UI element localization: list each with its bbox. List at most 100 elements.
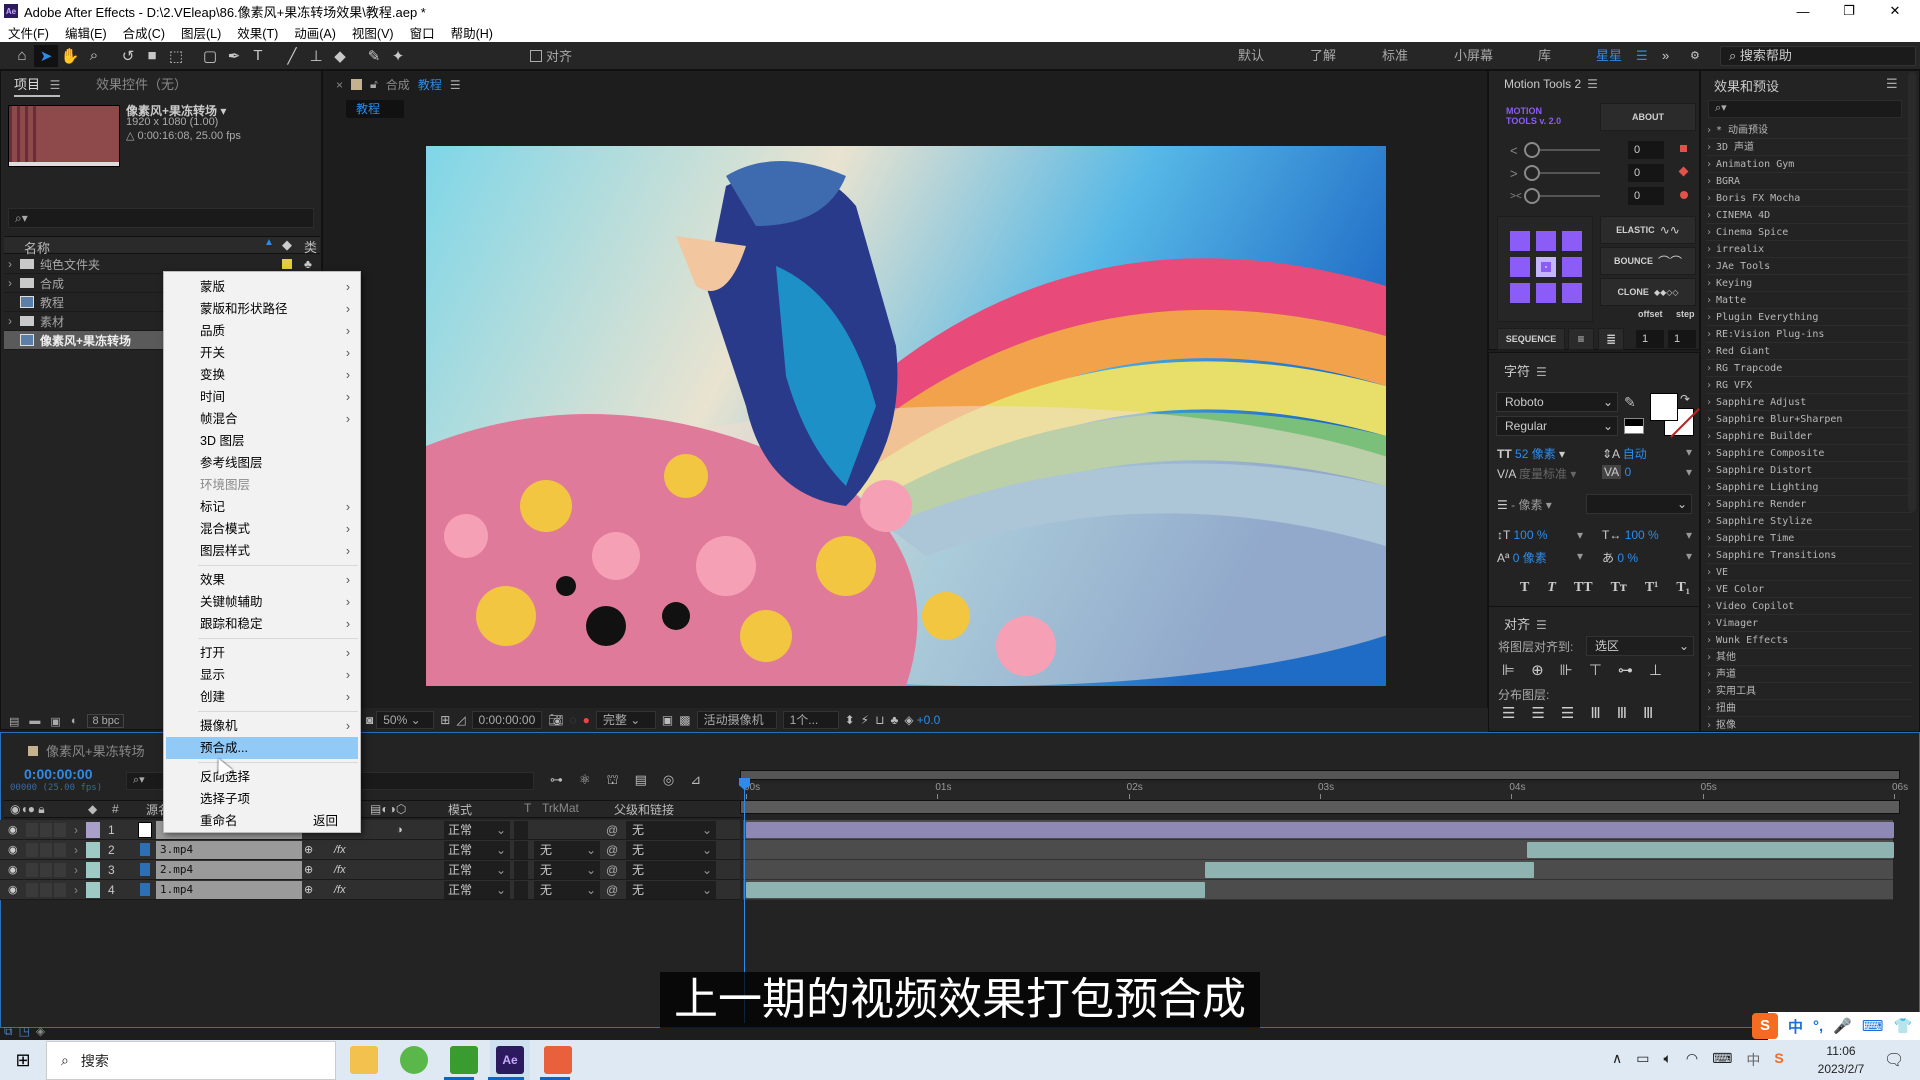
ime-keyboard-icon[interactable]: ⌨	[1862, 1017, 1884, 1035]
column-mode[interactable]: 模式	[448, 801, 472, 818]
column-trkmat[interactable]: TrkMat	[542, 801, 579, 815]
audio-toggle[interactable]	[26, 842, 38, 857]
expand-chevron-icon[interactable]: ›	[1706, 377, 1716, 394]
effects-category-item[interactable]: › 实用工具	[1706, 683, 1912, 700]
distribute-bottom-icon[interactable]: ☰	[1561, 704, 1574, 722]
superscript-button[interactable]: T¹	[1645, 580, 1659, 596]
expand-chevron-icon[interactable]: ›	[1706, 496, 1716, 513]
visibility-eye-icon[interactable]: ◉	[8, 843, 18, 856]
type-tool-icon[interactable]: T	[246, 45, 270, 67]
column-type[interactable]: 类	[304, 237, 317, 256]
input-language-indicator[interactable]: 中	[1746, 1050, 1760, 1070]
font-size-row[interactable]: TT 52 像素 ▾	[1497, 445, 1565, 462]
sort-ascending-icon[interactable]: ▲	[264, 237, 274, 248]
font-style-dropdown[interactable]: Regular ⌄	[1496, 416, 1618, 436]
context-menu-item[interactable]: 预合成...	[166, 737, 358, 759]
new-comp-icon[interactable]: ▣	[50, 715, 60, 728]
layer-duration-bar[interactable]	[1205, 862, 1535, 878]
subscript-button[interactable]: T₁	[1676, 580, 1690, 596]
work-area-bar[interactable]	[740, 770, 1900, 780]
clone-stamp-tool-icon[interactable]: ⊥	[304, 45, 328, 67]
snapshot-icon[interactable]: 📷︎	[548, 713, 563, 727]
slider-row-ease-in[interactable]: <	[1510, 141, 1600, 159]
horizontal-scale-row[interactable]: T↔ 100 % ▾	[1602, 528, 1692, 542]
kerning-row[interactable]: V/A 度量标准 ▾	[1497, 465, 1576, 482]
current-time-field[interactable]: 0:00:00:00	[471, 711, 543, 729]
bit-depth-button[interactable]: 8 bpc	[87, 714, 125, 728]
effects-category-item[interactable]: › Sapphire Distort	[1706, 462, 1912, 479]
layer-source-name[interactable]: 3.mp4	[156, 840, 302, 859]
lock-toggle[interactable]	[54, 862, 66, 877]
expand-layer-chevron-icon[interactable]: ›	[74, 843, 78, 857]
effects-category-item[interactable]: › irrealix	[1706, 241, 1912, 258]
effects-category-item[interactable]: › 其他	[1706, 649, 1912, 666]
effects-category-item[interactable]: › Sapphire Blur+Sharpen	[1706, 411, 1912, 428]
after-effects-taskbar-icon[interactable]: Ae	[496, 1046, 524, 1074]
show-snapshot-icon[interactable]: ◌	[570, 713, 577, 727]
step-input[interactable]: 1	[1668, 330, 1696, 348]
system-clock[interactable]: 11:06 2023/2/7	[1806, 1042, 1876, 1078]
project-search-input[interactable]: ⌕▾	[8, 208, 314, 228]
expand-chevron-icon[interactable]: ›	[1706, 394, 1716, 411]
expand-chevron-icon[interactable]: ›	[1706, 598, 1716, 615]
effects-category-item[interactable]: › JAe Tools	[1706, 258, 1912, 275]
hand-tool-icon[interactable]: ✋	[58, 45, 82, 67]
expand-chevron-icon[interactable]: ›	[1706, 258, 1716, 275]
show-hidden-icons-icon[interactable]: ∧	[1612, 1050, 1622, 1070]
context-menu-item[interactable]: 跟踪和稳定 ›	[166, 613, 358, 635]
context-menu-item[interactable]: 关键帧辅助 ›	[166, 591, 358, 613]
context-menu-item[interactable]: 帧混合 ›	[166, 408, 358, 430]
panel-menu-icon[interactable]: ☰	[1536, 618, 1547, 632]
context-menu-item[interactable]: 标记 ›	[166, 496, 358, 518]
home-icon[interactable]: ⌂	[10, 45, 34, 67]
effects-category-item[interactable]: › Sapphire Lighting	[1706, 479, 1912, 496]
camtasia-icon[interactable]	[450, 1046, 478, 1074]
tab-effect-controls[interactable]: 效果控件（无）	[96, 74, 187, 93]
tsume-row[interactable]: あ 0 % ▾	[1602, 549, 1692, 566]
layer-source-name[interactable]: 1.mp4	[156, 880, 302, 899]
effects-category-item[interactable]: › 扭曲	[1706, 700, 1912, 717]
audio-toggle[interactable]	[26, 862, 38, 877]
expand-chevron-icon[interactable]: ›	[1706, 156, 1716, 173]
eraser-tool-icon[interactable]: ◆	[328, 45, 352, 67]
expand-layer-chevron-icon[interactable]: ›	[74, 863, 78, 877]
camera-tool-icon[interactable]: ■	[140, 45, 164, 67]
restore-icon[interactable]: ❐	[1826, 0, 1872, 22]
context-menu-item[interactable]: 3D 图层	[166, 430, 358, 452]
parent-dropdown[interactable]: 无 ⌄	[626, 880, 716, 899]
context-menu-item[interactable]: 打开 ›	[166, 642, 358, 664]
parent-pickwhip-icon[interactable]: @	[606, 843, 618, 857]
expand-chevron-icon[interactable]: ›	[1706, 122, 1716, 139]
expand-chevron-icon[interactable]: ›	[1706, 649, 1716, 666]
mask-visibility-icon[interactable]: ◿	[456, 713, 465, 727]
touch-keyboard-icon[interactable]: ⌨	[1712, 1050, 1732, 1070]
workspace-active[interactable]: 星星	[1596, 42, 1622, 70]
anchor-top-left[interactable]	[1510, 231, 1530, 251]
draft-3d-icon[interactable]: ⚛	[579, 772, 591, 790]
parent-dropdown[interactable]: 无 ⌄	[626, 860, 716, 879]
expand-chevron-icon[interactable]: ›	[1706, 479, 1716, 496]
align-v-center-icon[interactable]: ⊶	[1618, 661, 1633, 679]
baseline-shift-row[interactable]: Aª 0 像素 ▾	[1497, 549, 1583, 566]
pan-behind-tool-icon[interactable]: ⬚	[164, 45, 188, 67]
expand-chevron-icon[interactable]: ›	[1706, 207, 1716, 224]
anchor-center[interactable]	[1536, 257, 1556, 277]
toggle-pixel-aspect-icon[interactable]: ⬍	[845, 713, 855, 727]
layer-row[interactable]: ◉ › 3 2.mp4 ⊕ /fx 正常 ⌄ 无 ⌄ @ 无 ⌄	[0, 860, 740, 880]
effects-category-item[interactable]: › VE	[1706, 564, 1912, 581]
file-explorer-icon[interactable]	[350, 1046, 378, 1074]
track-matte-dropdown[interactable]: 无 ⌄	[534, 880, 600, 899]
track-matte-dropdown[interactable]: 无 ⌄	[534, 860, 600, 879]
menu-file[interactable]: 文件(F)	[8, 23, 49, 42]
effects-category-item[interactable]: › 3D 声道	[1706, 139, 1912, 156]
align-top-icon[interactable]: ⊤	[1589, 661, 1602, 679]
panel-menu-icon[interactable]: ☰	[1886, 76, 1898, 92]
default-colors-icon[interactable]	[1624, 418, 1644, 434]
all-caps-button[interactable]: TT	[1574, 580, 1593, 596]
sequence-layers-icon[interactable]: ≡	[1568, 328, 1594, 350]
magnification-dropdown[interactable]: 50% ⌄	[376, 711, 435, 729]
lock-toggle[interactable]	[54, 882, 66, 897]
sequence-button[interactable]: SEQUENCE	[1497, 328, 1565, 350]
help-search-input[interactable]: ⌕ 搜索帮助	[1720, 46, 1916, 66]
expand-chevron-icon[interactable]: ›	[1706, 173, 1716, 190]
